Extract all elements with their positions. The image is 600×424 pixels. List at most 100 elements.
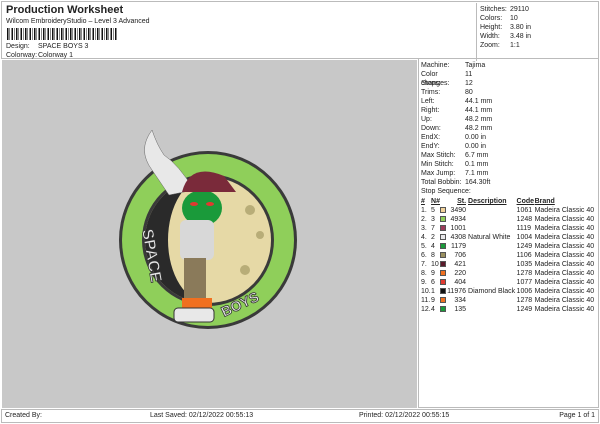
cell: 1179: [450, 243, 467, 250]
swatch: [440, 261, 447, 268]
cell: 4: [431, 306, 435, 313]
cell: [468, 278, 517, 287]
cell: Natural White: [468, 234, 511, 241]
cell: 5: [431, 207, 435, 214]
color-swatch: [440, 296, 447, 305]
column-header: #: [421, 198, 425, 205]
page-title: Production Worksheet: [6, 4, 124, 16]
stat-value: 44.1 mm: [465, 107, 493, 114]
color-swatch: [440, 233, 447, 242]
cell: Madeira Classic 40: [534, 207, 595, 214]
cell: Madeira Classic 40: [534, 288, 595, 295]
color-swatch: [440, 260, 447, 269]
cell: Diamond Black: [468, 288, 516, 295]
cell: 2: [431, 234, 435, 241]
design-stats: Stitches: 29110 Colors: 10 Height: 3.80 in Wid…: [476, 3, 600, 61]
stat-value: 3.48 in: [510, 33, 532, 40]
stat-value: 164.30ft: [465, 179, 491, 186]
stat-value: 0.00 in: [465, 143, 487, 150]
embroidery-design: SPACE BOYS: [119, 129, 297, 329]
stat-value: 0.1 mm: [465, 161, 489, 168]
stat-row: Trims: 80: [421, 88, 596, 97]
last-saved: Last Saved: 02/12/2022 00:55:13: [150, 412, 254, 419]
stat-row: Left: 44.1 mm: [421, 97, 596, 106]
stat-row: Width: 3.48 in: [480, 32, 598, 41]
stat-label: EndX:: [421, 134, 441, 141]
table-row: 5. 4 1179 1249 Madeira Classic 40: [421, 242, 596, 251]
cell: 6.: [421, 252, 427, 259]
stat-value: 7.1 mm: [465, 170, 489, 177]
stat-row: EndY: 0.00 in: [421, 142, 596, 151]
stop-sequence-title: Stop Sequence:: [421, 188, 471, 195]
cell: 7: [431, 225, 435, 232]
cell: 1004: [516, 234, 533, 241]
stat-label: Max Jump:: [421, 170, 456, 177]
stat-row: Stops: 12: [421, 79, 596, 88]
color-swatch: [440, 224, 447, 233]
stat-value: 44.1 mm: [465, 98, 493, 105]
cell: 404: [454, 279, 467, 286]
stat-value: 48.2 mm: [465, 125, 493, 132]
cell: 1278: [516, 297, 533, 304]
cell: Madeira Classic 40: [534, 306, 595, 313]
stat-value: 1:1: [510, 42, 520, 49]
stat-row: Max Jump: 7.1 mm: [421, 169, 596, 178]
table-row: 1. 5 3490 1061 Madeira Classic 40: [421, 206, 596, 215]
stat-label: Colors:: [480, 15, 503, 22]
stat-value: 29110: [510, 6, 529, 13]
cell: 135: [454, 306, 467, 313]
cell: 10.: [421, 288, 431, 295]
cell: Madeira Classic 40: [534, 252, 595, 259]
cell: 9.: [421, 279, 427, 286]
barcode: [7, 28, 117, 40]
design-preview: SPACE BOYS: [2, 60, 417, 408]
stat-value: 10: [510, 15, 518, 22]
stat-row: Zoom: 1:1: [480, 41, 598, 50]
swatch: [440, 297, 447, 304]
color-swatch: [440, 305, 447, 314]
cell: [468, 251, 517, 260]
cell: Madeira Classic 40: [534, 297, 595, 304]
color-swatch: [440, 278, 447, 287]
table-row: 2. 3 4934 1248 Madeira Classic 40: [421, 215, 596, 224]
cell: [468, 296, 517, 305]
stat-row: Machine: Tajima: [421, 61, 596, 70]
cell: 8: [431, 252, 435, 259]
column-header: Description: [468, 198, 507, 205]
stat-row: Min Stitch: 0.1 mm: [421, 160, 596, 169]
cell: [468, 305, 517, 314]
swatch: [440, 306, 447, 313]
table-row: 11. 9 334 1278 Madeira Classic 40: [421, 296, 596, 305]
cell: 4934: [450, 216, 467, 223]
cell: 12.: [421, 306, 431, 313]
stat-label: Zoom:: [480, 42, 500, 49]
cell: 706: [454, 252, 467, 259]
cell: 6: [431, 279, 435, 286]
cell: Madeira Classic 40: [534, 225, 595, 232]
cell: [468, 260, 517, 269]
table-row: 6. 8 706 1106 Madeira Classic 40: [421, 251, 596, 260]
machine-info-panel: Machine: Tajima Color changes: 11 Stops: 12 Tr…: [418, 58, 599, 408]
stat-value: Tajima: [465, 62, 486, 69]
created-by: Created By:: [5, 412, 42, 419]
swatch: [440, 216, 447, 223]
cell: Madeira Classic 40: [534, 261, 595, 268]
column-header: Brand: [534, 198, 555, 205]
stat-value: 12: [465, 80, 473, 87]
cell: 1006: [516, 288, 533, 295]
stat-value: 6.7 mm: [465, 152, 489, 159]
swatch: [440, 234, 447, 241]
design-row: Design: SPACE BOYS 3: [6, 43, 89, 50]
cell: Madeira Classic 40: [534, 234, 595, 241]
cell: 1035: [516, 261, 533, 268]
cell: 9: [431, 297, 435, 304]
color-swatch: [440, 215, 447, 224]
cell: 4: [431, 243, 435, 250]
table-row: 4. 2 4308 Natural White 1004 Madeira Classic …: [421, 233, 596, 242]
color-swatch: [440, 206, 447, 215]
cell: 220: [454, 270, 467, 277]
stat-label: Machine:: [421, 62, 450, 69]
cell: 7.: [421, 261, 427, 268]
cell: 1061: [516, 207, 533, 214]
stat-value: 0.00 in: [465, 134, 487, 141]
